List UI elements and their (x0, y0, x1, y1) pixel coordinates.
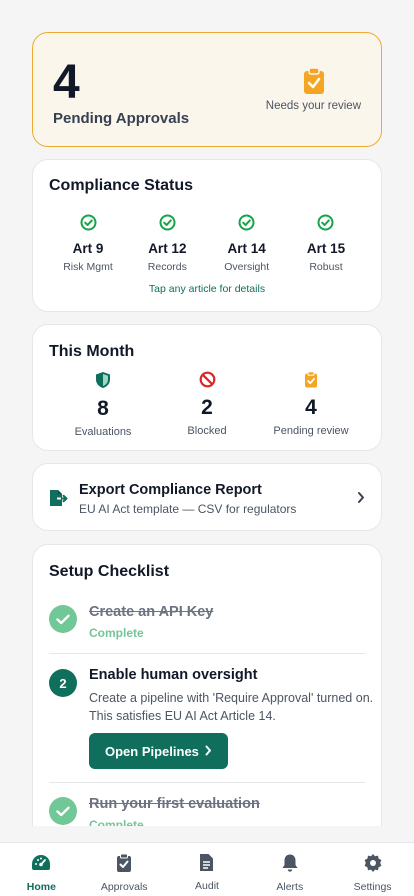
checklist-title: Setup Checklist (49, 563, 170, 580)
step-description: Create a pipeline with 'Require Approval… (89, 691, 374, 723)
chevron-right-icon (357, 491, 365, 509)
clipboard-check-icon (304, 371, 318, 393)
stat-value: 4 (305, 396, 317, 419)
ban-icon (199, 371, 216, 393)
bottom-nav: Home Approvals Audit Alerts Settings (0, 842, 414, 896)
article-name: Art 12 (148, 241, 187, 256)
article-name: Art 14 (227, 241, 266, 256)
step-status: Complete (89, 818, 144, 826)
article-name: Art 15 (306, 241, 346, 256)
clipboard-check-icon (116, 853, 132, 878)
compliance-tap-hint: Tap any article for details (148, 283, 266, 295)
chevron-right-icon (205, 744, 212, 759)
setup-checklist-card: Setup Checklist Create an API Key Comple… (32, 544, 382, 826)
nav-label: Settings (353, 881, 392, 893)
nav-label: Approvals (100, 881, 148, 893)
nav-home[interactable]: Home (0, 843, 83, 896)
check-circle-icon (317, 214, 334, 236)
pending-hint: Needs your review (265, 100, 361, 112)
nav-label: Audit (195, 880, 219, 892)
article-9[interactable]: Art 9 Risk Mgmt (49, 214, 127, 273)
article-14[interactable]: Art 14 Oversight (208, 214, 286, 273)
nav-approvals[interactable]: Approvals (83, 843, 166, 896)
stat-blocked: 2 Blocked (157, 371, 257, 438)
stat-value: 8 (97, 397, 109, 420)
step-title: Enable human oversight (89, 667, 258, 683)
check-circle-icon (80, 214, 97, 236)
step-status: Complete (89, 626, 144, 640)
article-sub: Robust (309, 261, 343, 273)
month-title: This Month (49, 343, 135, 360)
pending-approvals-card[interactable]: 4 Pending Approvals Needs your review (32, 32, 382, 147)
stat-evaluations: 8 Evaluations (53, 371, 153, 438)
nav-settings[interactable]: Settings (331, 843, 414, 896)
month-stats: 8 Evaluations 2 Blocked 4 Pending review (53, 371, 361, 438)
pending-label: Pending Approvals (53, 110, 190, 127)
clipboard-check-icon (303, 67, 325, 100)
file-text-icon (199, 853, 214, 877)
step-number-badge: 2 (49, 669, 77, 697)
nav-label: Home (26, 881, 56, 893)
shield-icon (95, 371, 111, 394)
check-circle-icon (238, 214, 255, 236)
compliance-status-card: Compliance Status Art 9 Risk Mgmt Art 12… (32, 159, 382, 312)
article-sub: Records (147, 261, 187, 273)
dashboard-gauge-icon (30, 853, 52, 878)
nav-alerts[interactable]: Alerts (248, 843, 331, 896)
article-15[interactable]: Art 15 Robust (287, 214, 365, 273)
nav-label: Alerts (276, 881, 304, 893)
article-sub: Risk Mgmt (63, 261, 113, 273)
article-12[interactable]: Art 12 Records (128, 214, 206, 273)
stat-value: 2 (201, 396, 213, 419)
compliance-title: Compliance Status (49, 177, 194, 194)
home-scroll-area[interactable]: 4 Pending Approvals Needs your review Co… (0, 0, 414, 826)
article-sub: Oversight (224, 261, 270, 273)
step-title: Run your first evaluation (89, 796, 260, 812)
stat-label: Evaluations (74, 426, 132, 438)
file-export-icon (49, 489, 69, 512)
check-circle-icon (159, 214, 176, 236)
article-name: Art 9 (72, 241, 104, 256)
export-report-button[interactable]: Export Compliance Report EU AI Act templ… (32, 463, 382, 531)
step-title: Create an API Key (89, 604, 214, 620)
bell-icon (281, 853, 299, 878)
stat-label: Blocked (187, 425, 227, 437)
gear-icon (363, 853, 383, 878)
check-icon (49, 797, 77, 825)
pending-count: 4 (53, 56, 80, 109)
compliance-articles: Art 9 Risk Mgmt Art 12 Records Art 14 Ov… (49, 214, 365, 273)
export-subtitle: EU AI Act template — CSV for regulators (79, 502, 297, 516)
button-label: Open Pipelines (105, 743, 199, 759)
this-month-card: This Month 8 Evaluations 2 Blocked 4 Pen… (32, 324, 382, 451)
stat-label: Pending review (273, 425, 349, 437)
check-icon (49, 605, 77, 633)
export-title: Export Compliance Report (79, 482, 262, 498)
stat-pending-review: 4 Pending review (261, 371, 361, 438)
nav-audit[interactable]: Audit (166, 843, 249, 896)
open-pipelines-button[interactable]: Open Pipelines (89, 733, 228, 769)
divider (49, 653, 365, 654)
divider (49, 782, 365, 783)
